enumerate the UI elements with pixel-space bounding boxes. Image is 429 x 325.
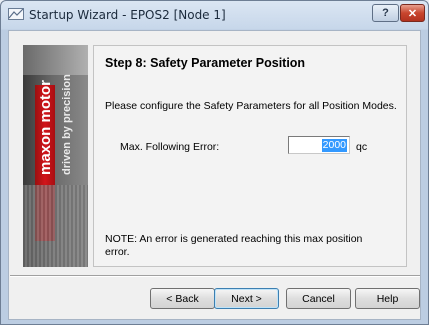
close-caption-button[interactable]: ✕ (400, 4, 425, 22)
step-panel: Step 8: Safety Parameter Position Please… (93, 45, 407, 267)
wizard-window: Startup Wizard - EPOS2 [Node 1] ? ✕ maxo… (0, 0, 429, 325)
close-icon: ✕ (407, 7, 418, 20)
window-title: Startup Wizard - EPOS2 [Node 1] (29, 8, 226, 22)
max-following-error-input[interactable]: 2000 (288, 136, 350, 154)
step-title: Step 8: Safety Parameter Position (105, 56, 306, 70)
brand-banner: maxon motor driven by precision (23, 45, 88, 267)
back-button[interactable]: < Back (150, 288, 215, 309)
help-button[interactable]: Help (355, 288, 420, 309)
wizard-client-area: maxon motor driven by precision Step 8: … (8, 30, 421, 320)
banner-top-shade (23, 45, 88, 75)
max-following-error-label: Max. Following Error: (120, 141, 220, 153)
title-bar[interactable]: Startup Wizard - EPOS2 [Node 1] ? ✕ (1, 1, 428, 29)
brand-logo-text: maxon motor (37, 79, 54, 175)
next-button[interactable]: Next > (214, 288, 279, 309)
help-icon: ? (382, 7, 389, 19)
button-divider (10, 275, 420, 277)
app-icon (8, 7, 24, 21)
cancel-button[interactable]: Cancel (286, 288, 351, 309)
max-following-error-value: 2000 (321, 139, 347, 152)
step-instruction: Please configure the Safety Parameters f… (105, 100, 397, 112)
max-following-error-unit: qc (356, 141, 368, 153)
step-note: NOTE: An error is generated reaching thi… (105, 233, 363, 258)
brand-tagline: driven by precision (61, 74, 73, 175)
help-caption-button[interactable]: ? (372, 4, 399, 22)
banner-stripes (23, 185, 88, 267)
